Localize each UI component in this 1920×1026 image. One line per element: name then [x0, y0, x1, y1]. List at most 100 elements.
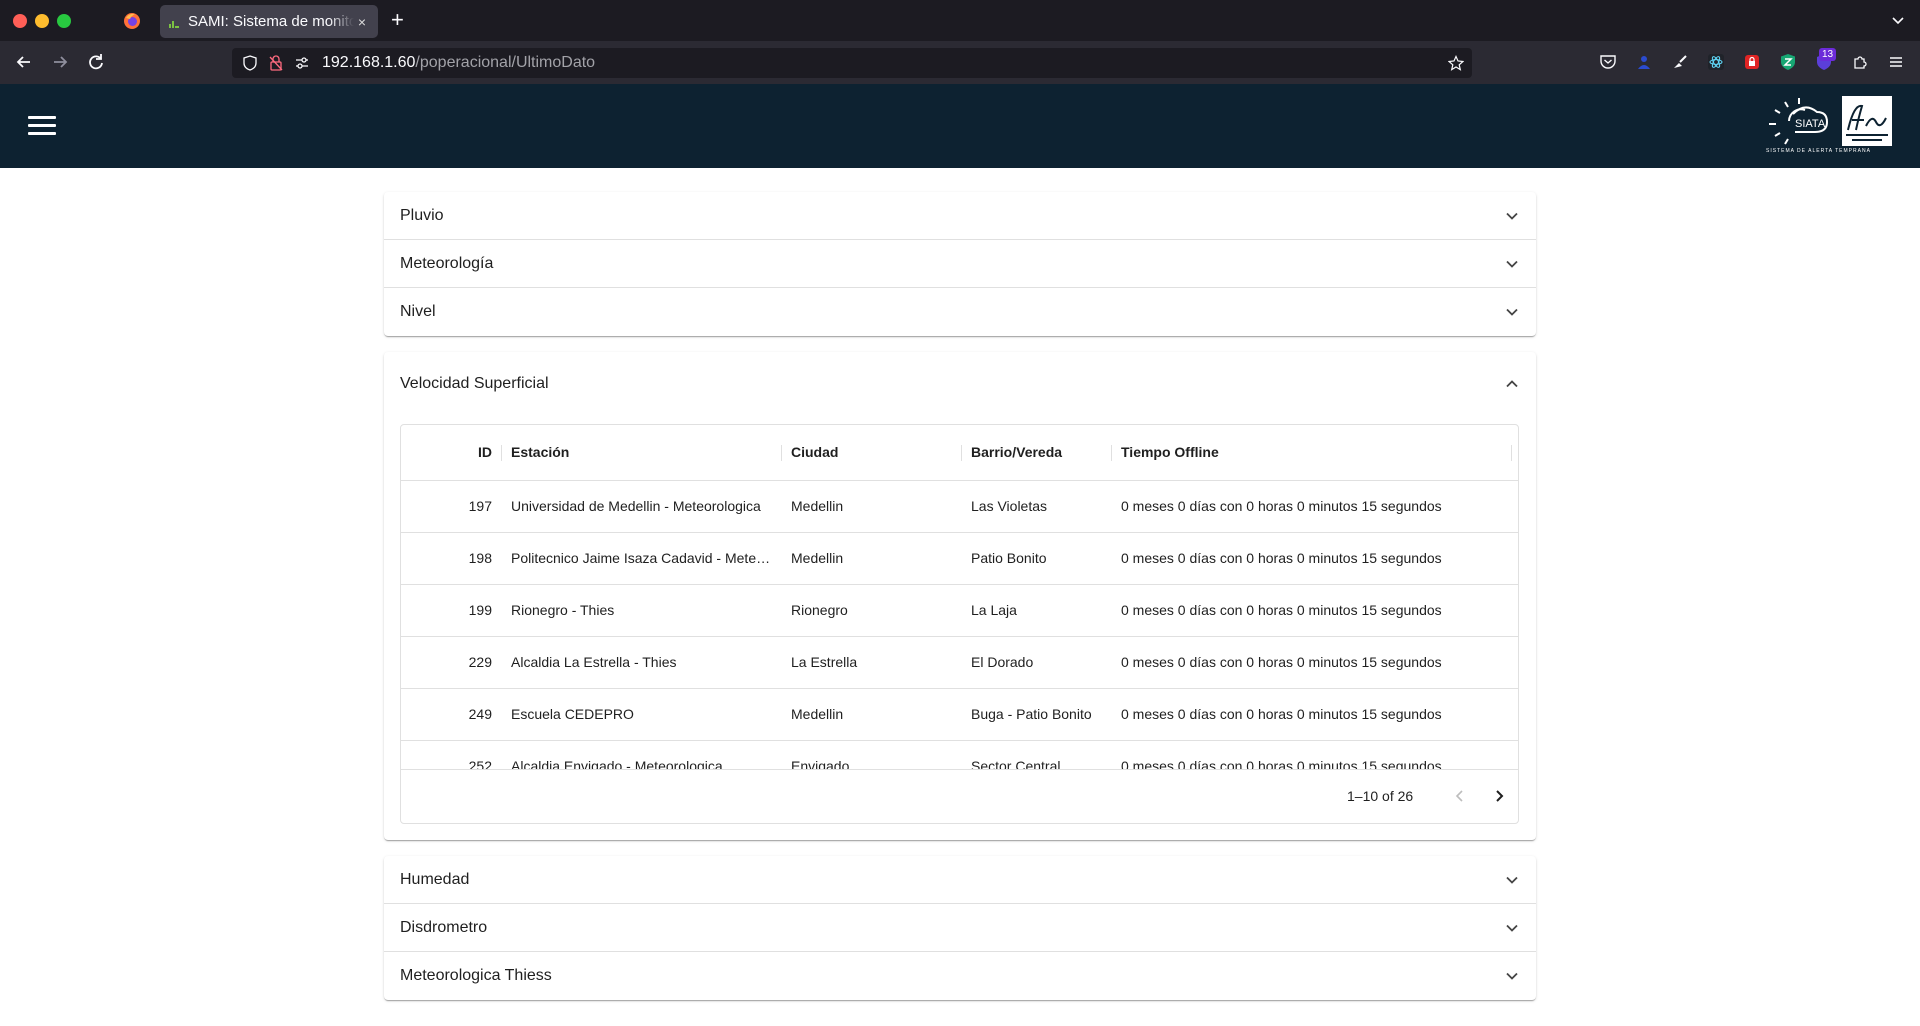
accordion-group-top: Pluvio Meteorología Nivel — [384, 192, 1536, 336]
column-separator[interactable] — [781, 445, 782, 461]
cell-tiempo: 0 meses 0 días con 0 horas 0 minutos 15 … — [1121, 550, 1442, 566]
cell-ciudad: Medellin — [791, 550, 844, 566]
extension-lock-icon[interactable] — [1743, 53, 1761, 71]
grid-footer: 1–10 of 26 — [401, 769, 1518, 823]
chevron-right-icon[interactable] — [1490, 787, 1508, 805]
extension-shield-icon[interactable] — [1779, 53, 1797, 71]
accordion-label: Pluvio — [400, 206, 444, 224]
grid-body[interactable]: 197 Universidad de Medellin - Meteorolog… — [401, 481, 1518, 769]
cell-estacion: Alcaldia La Estrella - Thies — [511, 654, 677, 670]
cell-barrio: El Dorado — [971, 654, 1034, 670]
accordion-group-bottom: Humedad Disdrometro Meteorologica Thiess — [384, 856, 1536, 1000]
table-row[interactable]: 199 Rionegro - Thies Rionegro La Laja 0 … — [401, 585, 1518, 637]
chevron-down-icon — [1506, 308, 1518, 316]
cell-barrio: Sector Central — [971, 758, 1061, 769]
forward-arrow-icon[interactable] — [49, 51, 71, 73]
grid-header-row: ID Estación Ciudad Barrio/Vereda Tiempo … — [401, 425, 1518, 481]
cell-id: 229 — [468, 654, 492, 670]
cell-id: 249 — [468, 706, 492, 722]
url-text[interactable]: 192.168.1.60/poperacional/UltimoDato — [322, 54, 595, 72]
accordion-label: Nivel — [400, 303, 436, 320]
accordion-meteorologica-thiess[interactable]: Meteorologica Thiess — [384, 952, 1536, 1000]
accordion-label: Meteorología — [400, 254, 494, 272]
tab-close-button[interactable]: × — [354, 14, 370, 30]
permissions-icon[interactable] — [294, 55, 310, 71]
table-row[interactable]: 249 Escuela CEDEPRO Medellin Buga - Pati… — [401, 689, 1518, 741]
bookmark-star-icon[interactable] — [1448, 55, 1464, 71]
siata-logo: SIATA — [1769, 98, 1829, 145]
tab-title: SAMI: Sistema de monitoreo — [188, 13, 354, 30]
browser-nav-bar: 192.168.1.60/poperacional/UltimoDato — [0, 41, 1920, 84]
accordion-disdrometro[interactable]: Disdrometro — [384, 904, 1536, 952]
table-row[interactable]: 229 Alcaldia La Estrella - Thies La Estr… — [401, 637, 1518, 689]
extension-brush-icon[interactable] — [1671, 53, 1689, 71]
menu-hamburger-icon[interactable] — [28, 116, 56, 136]
siata-logo-subtitle: SISTEMA DE ALERTA TEMPRANA — [1766, 148, 1871, 154]
cell-estacion: Alcaldia Envigado - Meteorologica — [511, 758, 723, 769]
cell-tiempo: 0 meses 0 días con 0 horas 0 minutos 15 … — [1121, 706, 1442, 722]
column-header-id[interactable]: ID — [401, 444, 492, 460]
pagination-label: 1–10 of 26 — [1347, 788, 1414, 804]
column-separator[interactable] — [1111, 445, 1112, 461]
cell-id: 198 — [468, 550, 492, 566]
cell-estacion: Escuela CEDEPRO — [511, 706, 634, 722]
accordion-pluvio[interactable]: Pluvio — [384, 192, 1536, 240]
column-header-tiempo[interactable]: Tiempo Offline — [1121, 444, 1219, 460]
chevron-down-icon — [1506, 972, 1518, 980]
extension-person-icon[interactable] — [1635, 53, 1653, 71]
cell-ciudad: Medellin — [791, 498, 844, 514]
firefox-icon[interactable] — [123, 12, 141, 30]
table-row[interactable]: 198 Politecnico Jaime Isaza Cadavid - Me… — [401, 533, 1518, 585]
siata-logo-text: SIATA — [1795, 118, 1826, 130]
accordion-velocidad-superficial: Velocidad Superficial ID Estación Ciudad… — [384, 352, 1536, 840]
table-row[interactable]: 197 Universidad de Medellin - Meteorolog… — [401, 481, 1518, 533]
accordion-label: Velocidad Superficial — [400, 375, 549, 392]
cell-tiempo: 0 meses 0 días con 0 horas 0 minutos 15 … — [1121, 654, 1442, 670]
back-arrow-icon[interactable] — [13, 51, 35, 73]
minimize-window-button[interactable] — [35, 14, 49, 28]
chevron-down-icon — [1506, 876, 1518, 884]
reload-icon[interactable] — [85, 51, 107, 73]
address-bar[interactable]: 192.168.1.60/poperacional/UltimoDato — [232, 48, 1472, 78]
chevron-down-icon — [1506, 260, 1518, 268]
cell-estacion: Politecnico Jaime Isaza Cadavid - Meteor… — [511, 550, 771, 566]
chevron-left-icon[interactable] — [1451, 787, 1469, 805]
close-window-button[interactable] — [13, 14, 27, 28]
data-grid: ID Estación Ciudad Barrio/Vereda Tiempo … — [400, 424, 1519, 824]
table-row[interactable]: 252 Alcaldia Envigado - Meteorologica En… — [401, 741, 1518, 769]
cell-id: 199 — [468, 602, 492, 618]
accordion-humedad[interactable]: Humedad — [384, 856, 1536, 904]
accordion-header[interactable]: Velocidad Superficial — [384, 352, 1536, 416]
cell-ciudad: Envigado — [791, 758, 850, 769]
chevron-down-icon[interactable] — [1890, 12, 1906, 28]
pocket-icon[interactable] — [1599, 53, 1617, 71]
cell-tiempo: 0 meses 0 días con 0 horas 0 minutos 15 … — [1121, 602, 1442, 618]
cell-ciudad: Rionegro — [791, 602, 848, 618]
active-tab[interactable]: SAMI: Sistema de monitoreo × — [160, 5, 378, 38]
cell-barrio: Las Violetas — [971, 498, 1048, 514]
accordion-meteorologia[interactable]: Meteorología — [384, 240, 1536, 288]
accordion-nivel[interactable]: Nivel — [384, 288, 1536, 336]
extensions-puzzle-icon[interactable] — [1851, 53, 1869, 71]
cell-tiempo: 0 meses 0 días con 0 horas 0 minutos 15 … — [1121, 758, 1442, 769]
app-menu-icon[interactable] — [1887, 53, 1905, 71]
new-tab-button[interactable]: + — [391, 9, 404, 31]
chevron-down-icon — [1506, 924, 1518, 932]
shield-icon[interactable] — [242, 55, 258, 71]
chevron-up-icon — [1506, 380, 1518, 388]
column-separator[interactable] — [961, 445, 962, 461]
maximize-window-button[interactable] — [57, 14, 71, 28]
extension-badge: 13 — [1819, 48, 1837, 61]
column-header-barrio[interactable]: Barrio/Vereda — [971, 444, 1062, 460]
site-favicon-icon — [168, 16, 180, 28]
cell-id: 197 — [468, 498, 492, 514]
column-header-estacion[interactable]: Estación — [511, 444, 569, 460]
cell-barrio: Buga - Patio Bonito — [971, 706, 1092, 722]
column-separator[interactable] — [501, 445, 502, 461]
accordion-label: Humedad — [400, 870, 470, 888]
react-devtools-icon[interactable] — [1707, 53, 1725, 71]
insecure-lock-icon[interactable] — [268, 55, 284, 71]
column-header-ciudad[interactable]: Ciudad — [791, 444, 838, 460]
cell-ciudad: Medellin — [791, 706, 844, 722]
column-separator[interactable] — [1511, 445, 1512, 461]
